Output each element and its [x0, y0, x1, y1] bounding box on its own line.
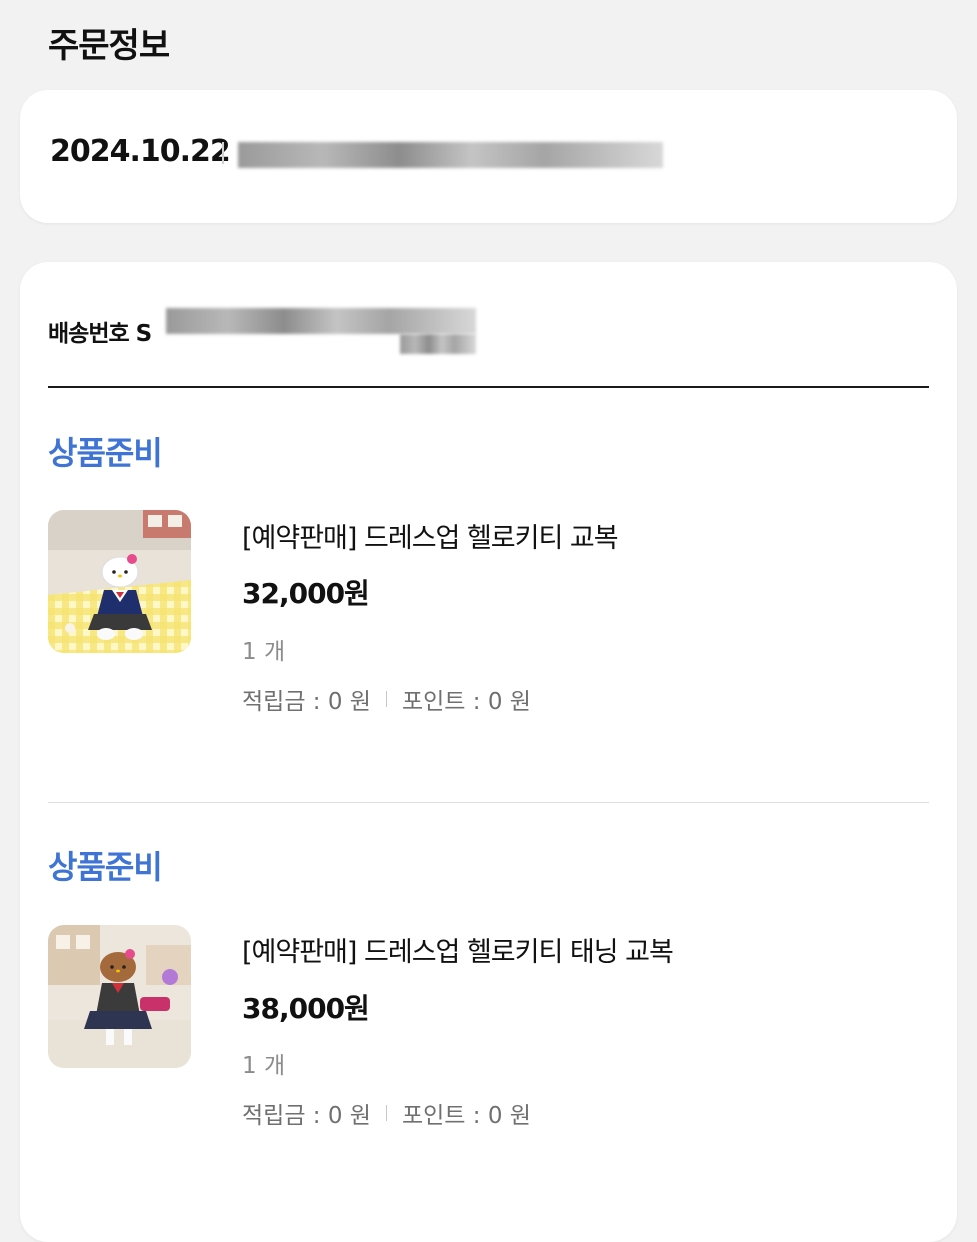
redacted-shipment-number	[166, 308, 476, 334]
order-summary-card: 2024.10.22	[20, 90, 957, 223]
order-divider	[222, 142, 224, 164]
reward-points-text: 적립금 : 0 원	[242, 689, 371, 715]
redacted-order-number	[238, 142, 663, 168]
header-divider	[48, 386, 929, 388]
hello-kitty-uniform-figure-icon	[48, 510, 191, 653]
product-thumbnail[interactable]	[48, 510, 191, 653]
item-status: 상품준비	[48, 848, 163, 886]
product-price: 38,000원	[242, 992, 370, 1025]
hello-kitty-tanned-uniform-figure-icon	[48, 925, 191, 1068]
reward-divider	[385, 691, 387, 707]
reward-divider	[385, 1105, 387, 1121]
product-quantity: 1 개	[242, 639, 286, 665]
item-status: 상품준비	[48, 434, 163, 472]
product-quantity: 1 개	[242, 1053, 286, 1079]
page-title: 주문정보	[48, 26, 170, 66]
reward-points-text: 적립금 : 0 원	[242, 1103, 371, 1129]
shipment-number-label: 배송번호 S	[48, 321, 152, 347]
points-text: 포인트 : 0 원	[401, 1103, 531, 1129]
product-rewards: 적립금 : 0 원 포인트 : 0 원	[242, 1096, 531, 1130]
shipment-card: 배송번호 S 상품준비 [예약판매] 드레스업 헬로키티 교복 32,000원 …	[20, 262, 957, 1242]
redacted-shipment-number-tail	[400, 334, 476, 354]
order-date: 2024.10.22	[50, 134, 231, 169]
product-name[interactable]: [예약판매] 드레스업 헬로키티 태닝 교복	[242, 930, 674, 969]
product-thumbnail[interactable]	[48, 925, 191, 1068]
product-rewards: 적립금 : 0 원 포인트 : 0 원	[242, 682, 531, 716]
product-price: 32,000원	[242, 577, 370, 610]
points-text: 포인트 : 0 원	[401, 689, 531, 715]
product-name[interactable]: [예약판매] 드레스업 헬로키티 교복	[242, 516, 619, 555]
item-divider	[48, 802, 929, 803]
